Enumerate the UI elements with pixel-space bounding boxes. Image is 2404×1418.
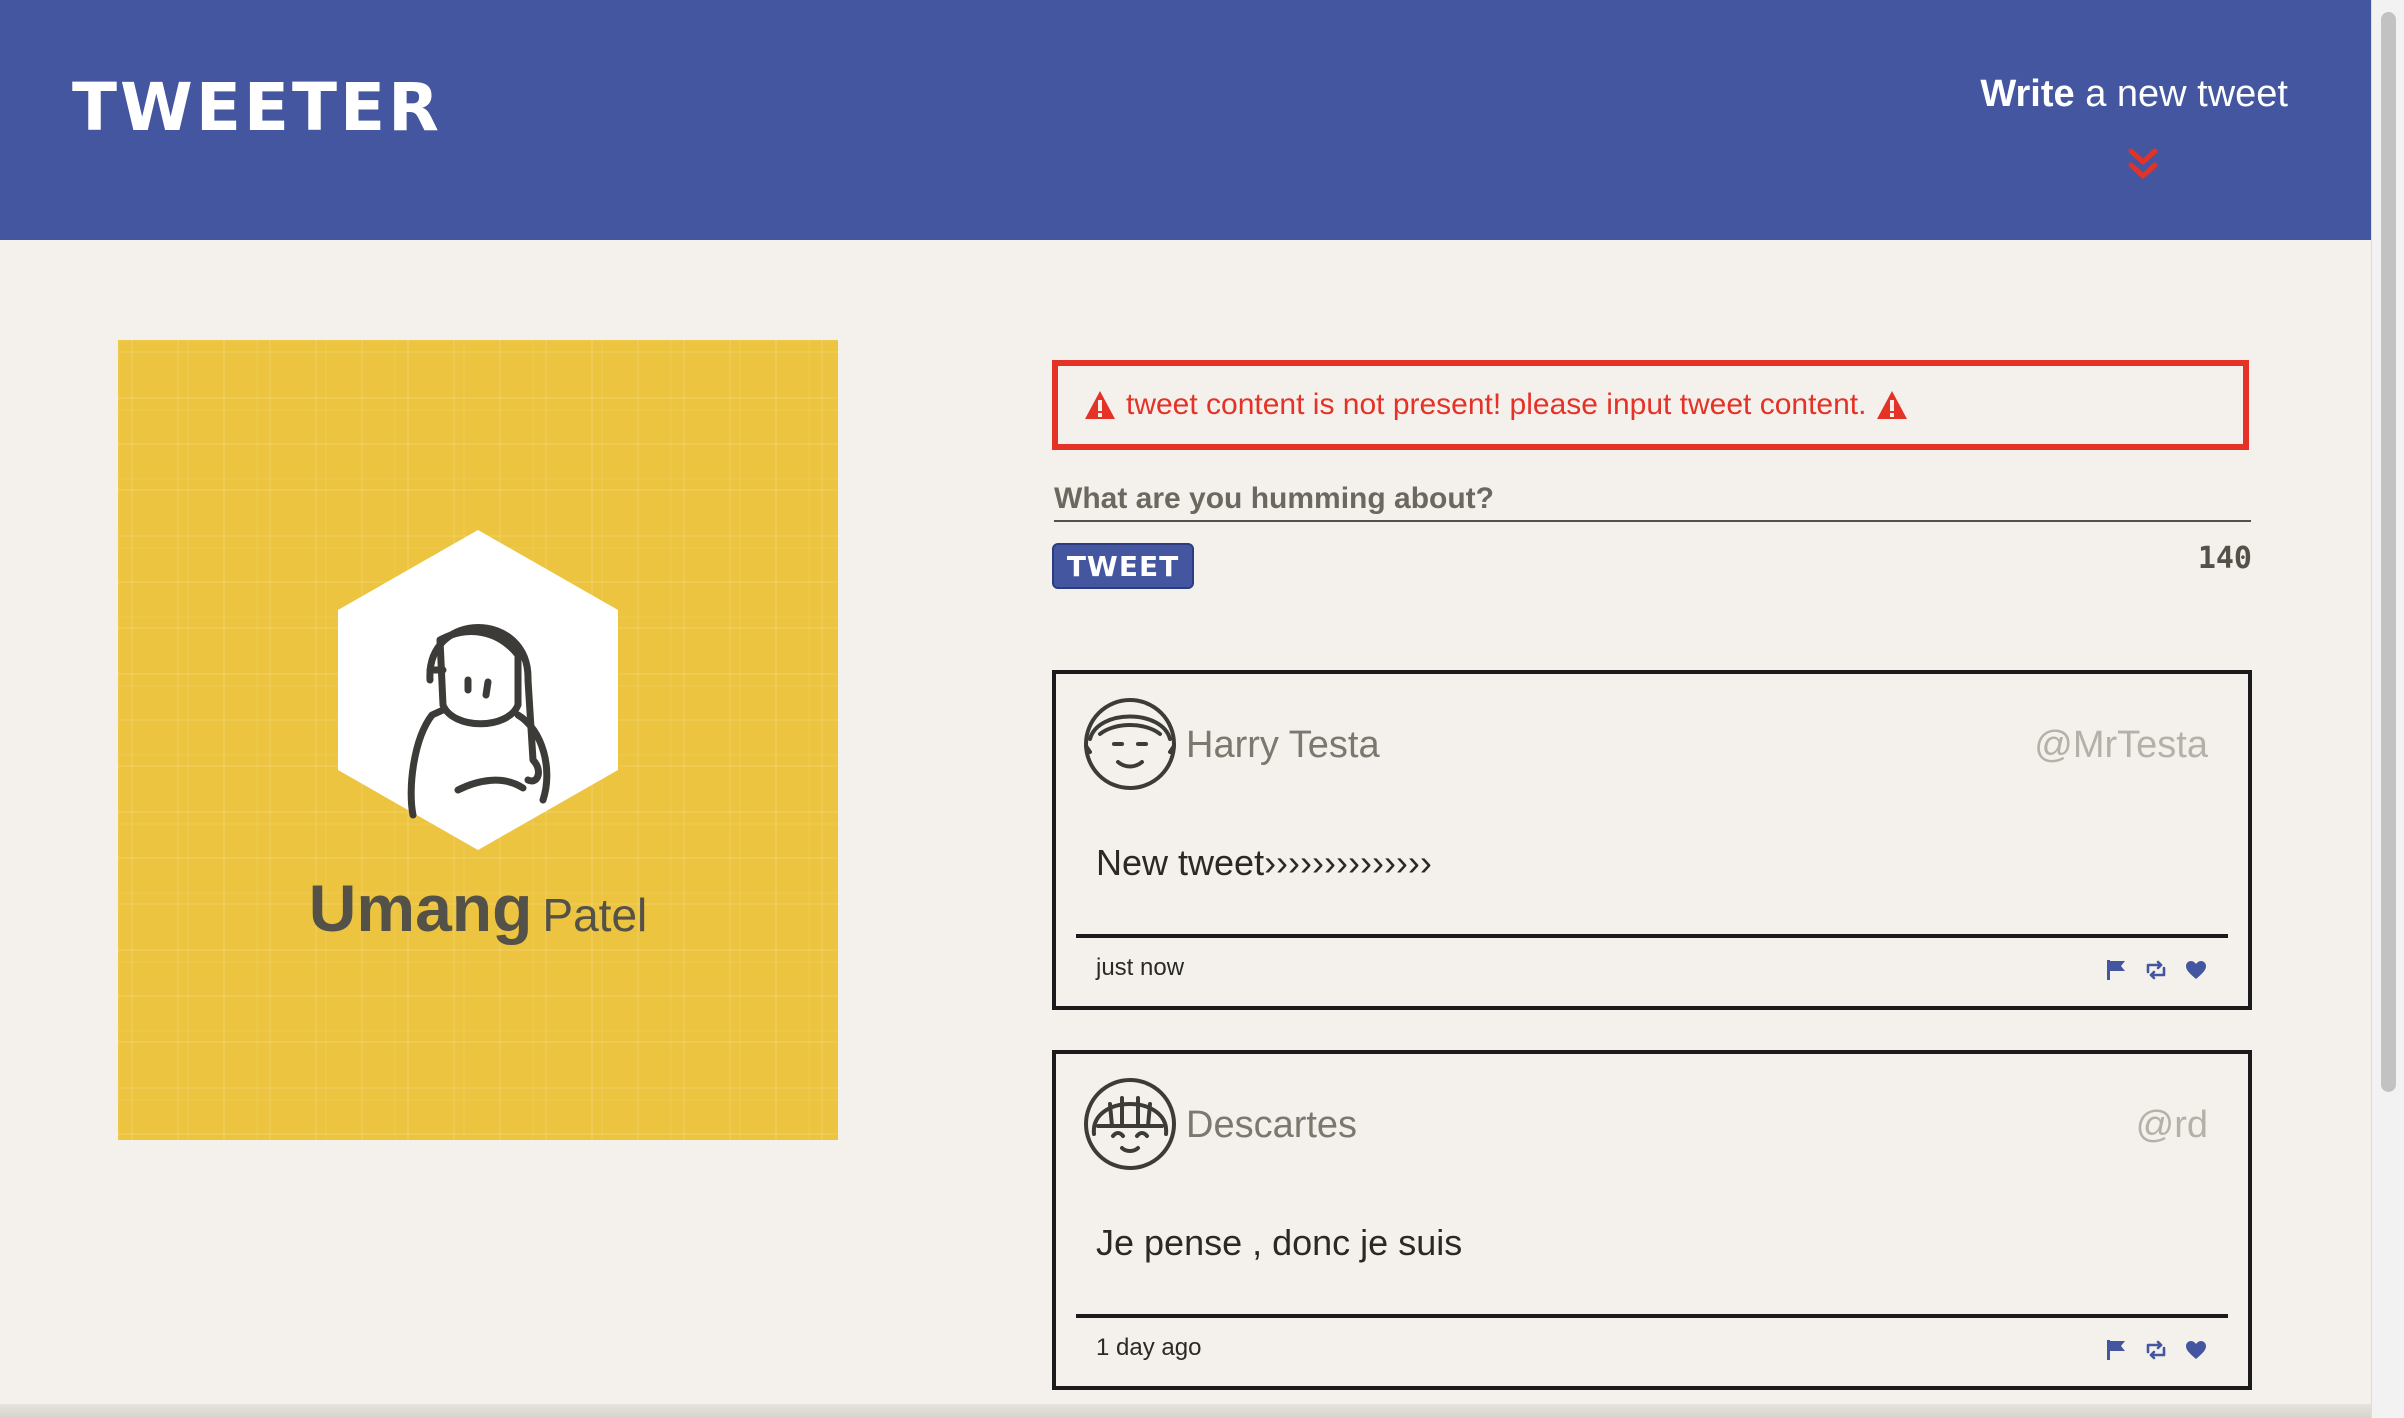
error-banner: tweet content is not present! please inp… [1052,360,2249,450]
new-tweet-label: a new tweet [2085,73,2288,115]
error-message: tweet content is not present! please inp… [1126,388,1867,421]
tweet-actions [2104,1338,2208,1362]
tweet-content: New tweet›››››››››››››› [1096,842,1432,883]
write-new-tweet-toggle[interactable]: Write a new tweet [1868,66,2288,179]
write-new-tweet-label: Write a new tweet [1980,73,2288,115]
flag-icon[interactable] [2104,1338,2128,1362]
user-avatar-icon [1084,698,1176,790]
tweet-card: Descartes @rd Je pense , donc je suis 1 … [1052,1050,2252,1390]
tweet-handle: @MrTesta [2034,724,2208,766]
page-bottom-edge [0,1404,2371,1418]
profile-avatar [338,530,618,850]
profile-card: Umang Patel [118,340,838,1140]
tweet-content: Je pense , donc je suis [1096,1222,1463,1263]
retweet-icon[interactable] [2144,1338,2168,1362]
tweet-divider [1076,934,2228,938]
retweet-icon[interactable] [2144,958,2168,982]
user-avatar-icon [1084,1078,1176,1170]
tweet-button[interactable]: TWEET [1052,543,1194,589]
warning-icon [1085,391,1115,419]
write-label: Write [1980,73,2075,115]
warning-icon [1877,391,1908,419]
double-chevron-down-icon[interactable] [2128,148,2158,182]
tweet-handle: @rd [2135,1104,2208,1146]
tweet-card: Harry Testa @MrTesta New tweet››››››››››… [1052,670,2252,1010]
tweet-author: Harry Testa [1186,724,1380,766]
tweet-author: Descartes [1186,1104,1358,1146]
tweet-input[interactable] [1054,478,2251,522]
tweet-timestamp: 1 day ago [1096,1334,1202,1361]
profile-last-name: Patel [542,889,648,941]
tweet-actions [2104,958,2208,982]
tweet-timestamp: just now [1096,954,1185,981]
top-nav: TWEETER Write a new tweet [0,0,2371,240]
vertical-scrollbar[interactable] [2371,0,2404,1418]
flag-icon[interactable] [2104,958,2128,982]
profile-first-name: Umang [308,871,533,945]
tweet-divider [1076,1314,2228,1318]
heart-icon[interactable] [2184,1338,2208,1362]
heart-icon[interactable] [2184,958,2208,982]
char-counter: 140 [2197,541,2252,576]
profile-name: Umang Patel [118,870,838,946]
brand-logo[interactable]: TWEETER [72,72,442,144]
scrollbar-thumb[interactable] [2381,12,2396,1092]
